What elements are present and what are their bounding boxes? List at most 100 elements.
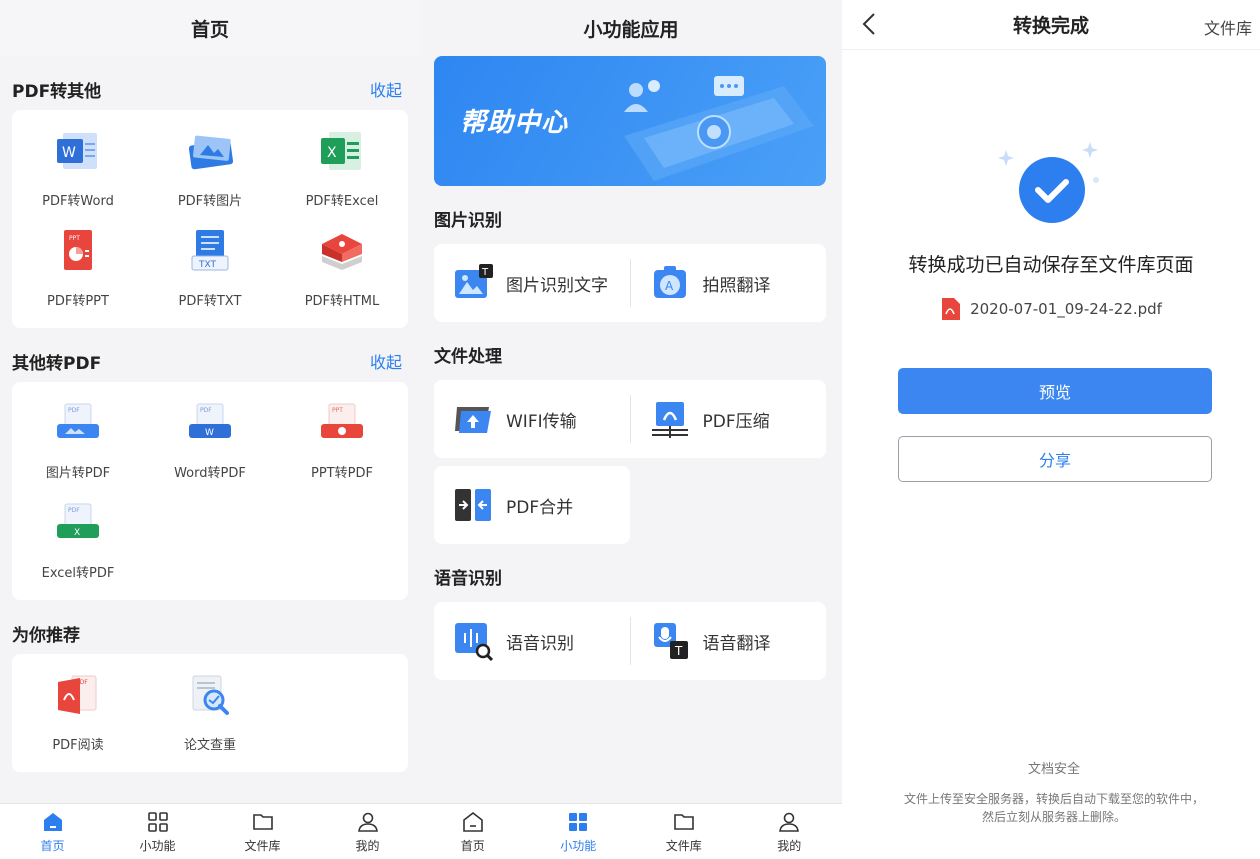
recommend-card: PDF PDF阅读 论文查重 bbox=[12, 654, 408, 772]
security-text: 文件上传至安全服务器，转换后自动下载至您的软件中，然后立刻从服务器上删除。 bbox=[903, 792, 1204, 824]
nav-label: 我的 bbox=[777, 839, 802, 853]
nav-label: 小功能 bbox=[560, 839, 597, 853]
svg-text:PPT: PPT bbox=[69, 235, 80, 242]
nav-tools[interactable]: 小功能 bbox=[105, 804, 210, 859]
html-doc-icon bbox=[314, 226, 370, 276]
tool-label: PDF转Excel bbox=[305, 194, 379, 209]
banner-illustration-icon bbox=[624, 76, 814, 181]
tool-label: PDF转PPT bbox=[47, 294, 109, 309]
collapse-link[interactable]: 收起 bbox=[370, 77, 402, 101]
tool-label: PDF合并 bbox=[506, 497, 574, 518]
tool-pdf-merge[interactable]: PDF合并 bbox=[434, 466, 630, 544]
svg-text:X: X bbox=[74, 528, 80, 538]
tool-label: Excel转PDF bbox=[41, 566, 115, 581]
nav-label: 首页 bbox=[40, 839, 65, 853]
tool-label: WIFI传输 bbox=[506, 411, 577, 432]
tool-pdf-to-ppt[interactable]: PPT PDF转PPT bbox=[12, 222, 144, 322]
tool-voice-translate[interactable]: T 语音翻译 bbox=[631, 602, 827, 680]
collapse-link[interactable]: 收起 bbox=[370, 349, 402, 373]
tool-label: PDF转图片 bbox=[177, 194, 243, 209]
excel-doc-icon: X bbox=[314, 126, 370, 176]
svg-text:PDF: PDF bbox=[68, 407, 80, 414]
pdf-file-icon bbox=[940, 298, 961, 320]
ppt-to-pdf-icon: PPT bbox=[314, 398, 370, 448]
nav-label: 文件库 bbox=[244, 839, 281, 853]
section-title: PDF转其他 bbox=[12, 81, 102, 102]
help-center-banner[interactable]: 帮助中心 bbox=[434, 56, 826, 186]
ppt-doc-icon: PPT bbox=[50, 226, 106, 276]
svg-text:A: A bbox=[665, 279, 674, 293]
nav-tools[interactable]: 小功能 bbox=[526, 804, 632, 859]
pdf-compress-icon bbox=[649, 398, 691, 440]
tool-excel-to-pdf[interactable]: PDF X Excel转PDF bbox=[12, 494, 144, 594]
tools-title: 小功能应用 bbox=[583, 18, 679, 41]
user-icon bbox=[776, 809, 802, 835]
grid-icon bbox=[145, 809, 171, 835]
voice-search-icon bbox=[452, 620, 494, 662]
nav-home[interactable]: 首页 bbox=[420, 804, 526, 859]
tool-pdf-to-html[interactable]: PDF转HTML bbox=[276, 222, 408, 322]
tool-wifi-transfer[interactable]: WIFI传输 bbox=[434, 380, 630, 458]
word-to-pdf-icon: PDF W bbox=[182, 398, 238, 448]
pdf-merge-icon bbox=[452, 484, 494, 526]
home-icon bbox=[40, 809, 66, 835]
home-icon bbox=[460, 809, 486, 835]
output-file[interactable]: 2020-07-01_09-24-22.pdf bbox=[842, 298, 1260, 320]
tool-label: 语音翻译 bbox=[702, 633, 771, 654]
tool-paper-check[interactable]: 论文查重 bbox=[144, 666, 276, 766]
tool-label: 论文查重 bbox=[183, 738, 236, 753]
section-title: 为你推荐 bbox=[12, 625, 80, 646]
tool-label: PPT转PDF bbox=[310, 466, 373, 481]
svg-text:TXT: TXT bbox=[198, 260, 217, 270]
pdf-reader-icon: PDF bbox=[50, 670, 106, 720]
nav-me[interactable]: 我的 bbox=[315, 804, 420, 859]
pdf-to-other-card: W PDF转Word PDF转图片 X PDF转Excel PPT PDF转PP… bbox=[12, 110, 408, 328]
success-check-icon bbox=[992, 140, 1112, 240]
tool-voice-recognition[interactable]: 语音识别 bbox=[434, 602, 630, 680]
tool-pdf-to-word[interactable]: W PDF转Word bbox=[12, 122, 144, 222]
tool-word-to-pdf[interactable]: PDF W Word转PDF bbox=[144, 394, 276, 494]
folder-icon bbox=[671, 809, 697, 835]
tool-label: PDF转Word bbox=[42, 194, 114, 209]
share-button[interactable]: 分享 bbox=[898, 436, 1212, 482]
voice-recognition-card: 语音识别 T 语音翻译 bbox=[434, 602, 826, 680]
preview-button[interactable]: 预览 bbox=[898, 368, 1212, 414]
grid-icon bbox=[565, 809, 591, 835]
back-chevron-icon[interactable] bbox=[862, 12, 882, 38]
nav-home[interactable]: 首页 bbox=[0, 804, 105, 859]
tool-image-to-pdf[interactable]: PDF 图片转PDF bbox=[12, 394, 144, 494]
svg-text:PDF: PDF bbox=[200, 407, 212, 414]
section-image-recognition: 图片识别 bbox=[434, 211, 502, 231]
result-screen: 转换完成 文件库 转换成功已自动保存至文件库页面 2020-07-01_09-2… bbox=[842, 0, 1260, 859]
file-processing-card: WIFI传输 PDF压缩 bbox=[434, 380, 826, 458]
tool-pdf-compress[interactable]: PDF压缩 bbox=[631, 380, 827, 458]
paper-check-icon bbox=[182, 670, 238, 720]
bottom-nav: 首页 小功能 文件库 我的 bbox=[420, 803, 842, 859]
home-screen: 首页 PDF转其他 收起 W PDF转Word PDF转图片 X PDF转Exc… bbox=[0, 0, 420, 859]
nav-me[interactable]: 我的 bbox=[737, 804, 843, 859]
nav-label: 我的 bbox=[355, 839, 380, 853]
result-title: 转换完成 bbox=[1012, 15, 1089, 37]
tool-pdf-reader[interactable]: PDF PDF阅读 bbox=[12, 666, 144, 766]
folder-icon bbox=[250, 809, 276, 835]
section-title: 其他转PDF bbox=[12, 353, 102, 374]
tool-image-ocr[interactable]: T 图片识别文字 bbox=[434, 244, 630, 322]
tool-ppt-to-pdf[interactable]: PPT PPT转PDF bbox=[276, 394, 408, 494]
nav-library[interactable]: 文件库 bbox=[631, 804, 737, 859]
image-text-icon: T bbox=[452, 262, 494, 304]
svg-text:T: T bbox=[674, 644, 683, 658]
txt-doc-icon: TXT bbox=[182, 226, 238, 276]
section-file-processing: 文件处理 bbox=[434, 347, 502, 367]
tool-label: Word转PDF bbox=[174, 466, 246, 481]
tool-pdf-to-txt[interactable]: TXT PDF转TXT bbox=[144, 222, 276, 322]
voice-translate-icon: T bbox=[649, 620, 691, 662]
tool-label: 图片转PDF bbox=[45, 466, 111, 481]
nav-label: 首页 bbox=[460, 839, 485, 853]
tool-label: PDF转TXT bbox=[178, 294, 242, 309]
library-link[interactable]: 文件库 bbox=[1204, 15, 1252, 39]
nav-label: 小功能 bbox=[139, 839, 176, 853]
nav-library[interactable]: 文件库 bbox=[210, 804, 315, 859]
tool-photo-translate[interactable]: A 拍照翻译 bbox=[631, 244, 827, 322]
tool-pdf-to-excel[interactable]: X PDF转Excel bbox=[276, 122, 408, 222]
tool-pdf-to-image[interactable]: PDF转图片 bbox=[144, 122, 276, 222]
